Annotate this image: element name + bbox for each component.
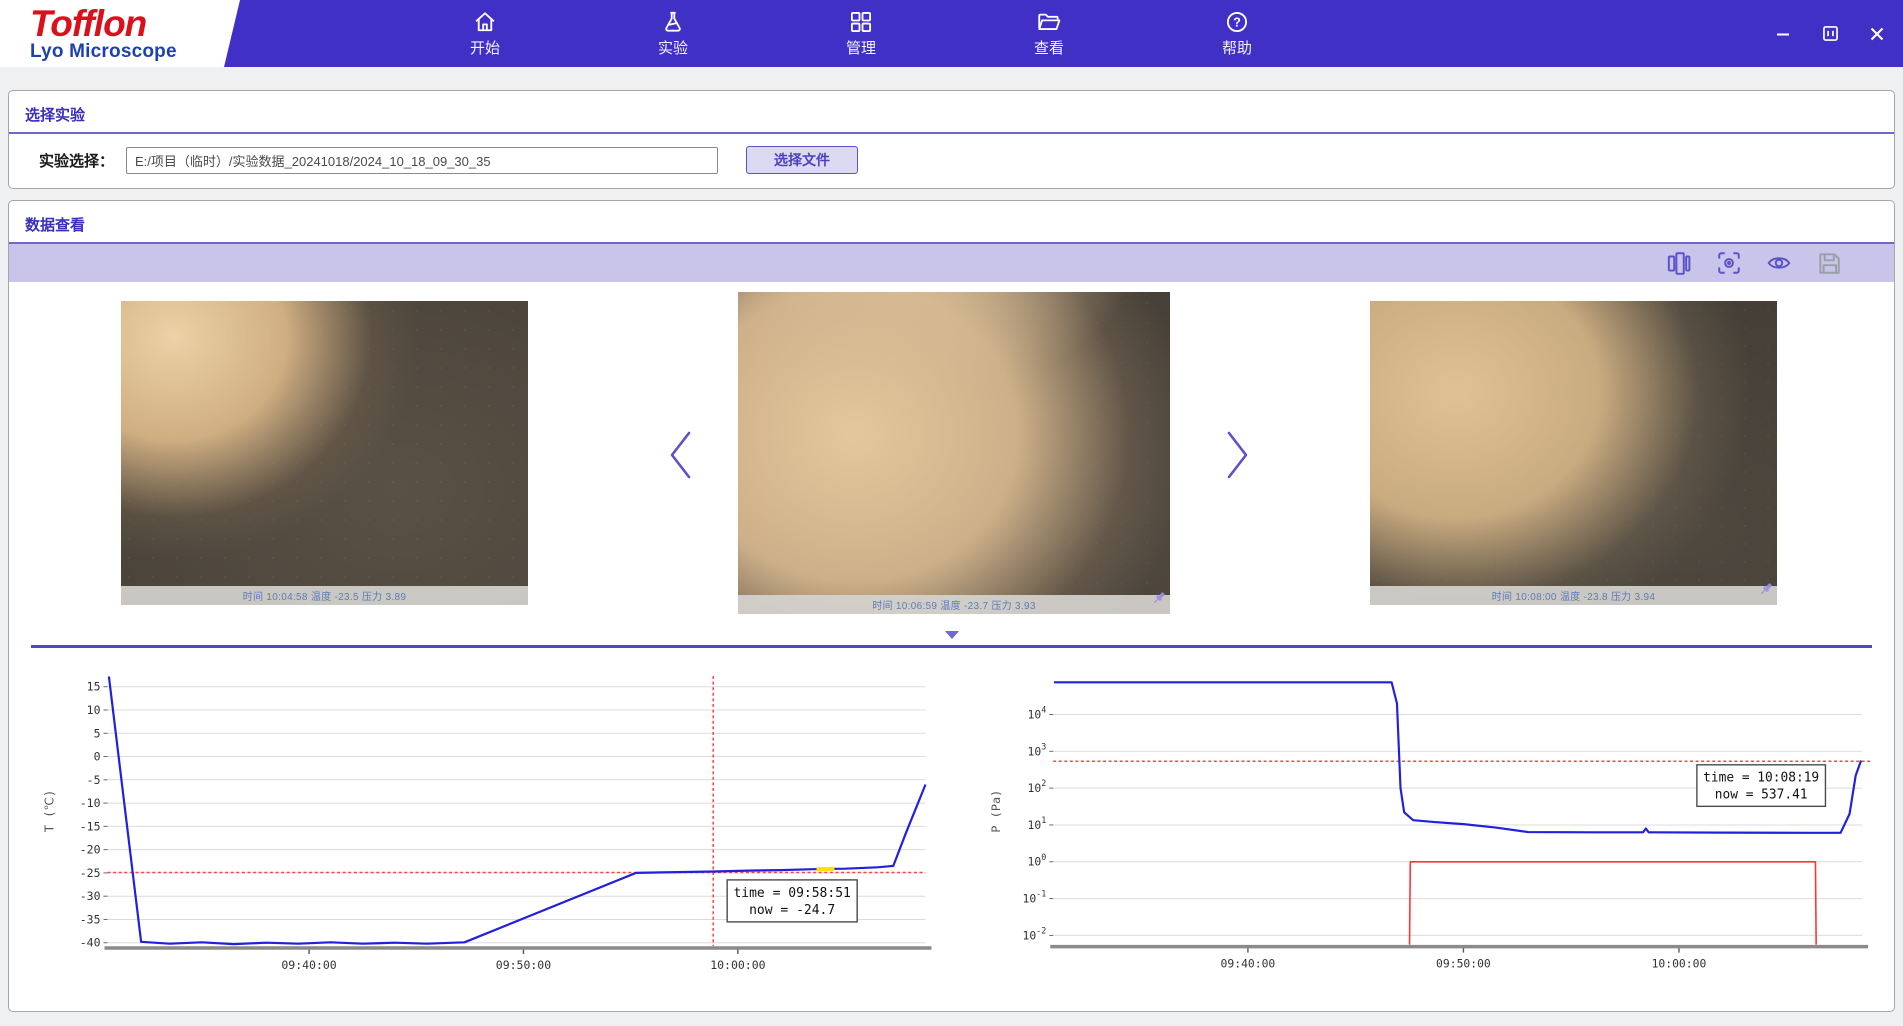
microscope-image-previous[interactable]: 时间 10:04:58 温度 -23.5 压力 3.89	[121, 301, 528, 605]
nav-item-experiment[interactable]: 实验	[638, 0, 708, 67]
svg-text:09:50:00: 09:50:00	[1436, 956, 1491, 970]
svg-text:5: 5	[94, 726, 101, 740]
svg-text:time = 10:08:19: time = 10:08:19	[1703, 771, 1819, 786]
temperature-chart[interactable]: 15 10 5 0 -5 -10 -15 -20 -25 -30 -35 -40 09:40:00 09:…	[35, 668, 940, 986]
svg-text:time = 09:58:51: time = 09:58:51	[733, 886, 850, 901]
main-nav: 开始 实验 管理 查看	[450, 0, 1272, 67]
svg-text:10-2: 10-2	[1023, 925, 1047, 942]
svg-text:104: 104	[1028, 705, 1047, 722]
svg-text:-35: -35	[80, 912, 101, 926]
pin-icon[interactable]	[1758, 581, 1775, 603]
nav-item-manage[interactable]: 管理	[826, 0, 896, 67]
pressure-chart[interactable]: 104 103 102 101 100 10-1 10-2 09:40:00 09:50:00 1…	[984, 668, 1874, 986]
nav-label: 管理	[846, 37, 876, 58]
svg-text:T (℃): T (℃)	[43, 790, 57, 832]
save-icon[interactable]	[1816, 250, 1842, 276]
pin-icon[interactable]	[1151, 590, 1168, 612]
minimize-button[interactable]	[1773, 24, 1793, 44]
experiment-path-label: 实验选择：	[39, 150, 114, 171]
choose-file-button[interactable]: 选择文件	[746, 146, 858, 174]
svg-text:-5: -5	[87, 773, 101, 787]
home-icon	[472, 9, 498, 35]
panel-title: 选择实验	[9, 91, 1894, 132]
image-caption: 时间 10:08:00 温度 -23.8 压力 3.94	[1492, 588, 1655, 603]
svg-text:?: ?	[1233, 16, 1241, 30]
svg-text:15: 15	[87, 680, 101, 694]
image-caption-bar: 时间 10:06:59 温度 -23.7 压力 3.93	[738, 595, 1170, 614]
nav-item-help[interactable]: ? 帮助	[1202, 0, 1272, 67]
top-nav-bar: Tofflon Lyo Microscope 开始 实验	[0, 0, 1903, 67]
help-icon: ?	[1224, 9, 1250, 35]
eye-icon[interactable]	[1766, 250, 1792, 276]
microscope-image-next[interactable]: 时间 10:08:00 温度 -23.8 压力 3.94	[1370, 301, 1777, 605]
image-caption: 时间 10:06:59 温度 -23.7 压力 3.93	[872, 597, 1035, 612]
svg-text:101: 101	[1028, 815, 1047, 832]
window-controls	[1773, 0, 1887, 67]
experiment-path-input[interactable]	[126, 147, 718, 174]
svg-text:102: 102	[1028, 778, 1047, 795]
carousel-previous-button[interactable]	[661, 426, 701, 484]
app-logo: Tofflon Lyo Microscope	[0, 0, 248, 67]
svg-text:now = 537.41: now = 537.41	[1715, 787, 1808, 802]
svg-text:09:40:00: 09:40:00	[281, 958, 336, 972]
columns-icon[interactable]	[1666, 250, 1692, 276]
svg-text:10:00:00: 10:00:00	[710, 958, 765, 972]
image-caption-bar: 时间 10:08:00 温度 -23.8 压力 3.94	[1370, 586, 1777, 605]
microscope-image-current[interactable]: 时间 10:06:59 温度 -23.7 压力 3.93	[738, 292, 1170, 614]
svg-text:10-1: 10-1	[1023, 889, 1047, 906]
charts-row: 15 10 5 0 -5 -10 -15 -20 -25 -30 -35 -40 09:40:00 09:…	[9, 648, 1894, 986]
select-experiment-panel: 选择实验 实验选择： 选择文件	[8, 90, 1895, 189]
svg-text:-25: -25	[80, 866, 101, 880]
svg-text:P (Pa): P (Pa)	[989, 790, 1003, 833]
nav-item-start[interactable]: 开始	[450, 0, 520, 67]
logo-subtitle: Lyo Microscope	[30, 42, 248, 62]
svg-text:-15: -15	[80, 819, 101, 833]
focus-icon[interactable]	[1716, 250, 1742, 276]
svg-text:103: 103	[1028, 741, 1047, 758]
folder-open-icon	[1036, 9, 1062, 35]
divider	[9, 132, 1894, 134]
data-view-toolbar	[9, 244, 1894, 282]
image-carousel: 时间 10:04:58 温度 -23.5 压力 3.89 时间 10:06:59…	[9, 282, 1894, 627]
nav-label: 实验	[658, 37, 688, 58]
svg-text:-20: -20	[80, 843, 101, 857]
data-view-panel: 数据查看 时间 10:04:58 温度 -23.5 压力 3.89	[8, 200, 1895, 1012]
svg-text:10: 10	[87, 703, 101, 717]
panel-title: 数据查看	[9, 201, 1894, 242]
image-caption-bar: 时间 10:04:58 温度 -23.5 压力 3.89	[121, 586, 528, 605]
carousel-next-button[interactable]	[1217, 426, 1257, 484]
close-button[interactable]	[1867, 24, 1887, 44]
svg-text:-10: -10	[80, 796, 101, 810]
flask-icon	[660, 9, 686, 35]
svg-text:10:00:00: 10:00:00	[1652, 956, 1707, 970]
svg-text:-40: -40	[80, 936, 101, 950]
grid-icon	[848, 9, 874, 35]
svg-text:-30: -30	[80, 889, 101, 903]
svg-text:100: 100	[1028, 852, 1047, 869]
nav-item-view[interactable]: 查看	[1014, 0, 1084, 67]
svg-text:0: 0	[94, 750, 101, 764]
logo-title: Tofflon	[30, 6, 248, 42]
svg-text:now = -24.7: now = -24.7	[749, 903, 835, 918]
image-caption: 时间 10:04:58 温度 -23.5 压力 3.89	[243, 588, 406, 603]
nav-label: 帮助	[1222, 37, 1252, 58]
restore-button[interactable]	[1820, 24, 1840, 44]
nav-label: 查看	[1034, 37, 1064, 58]
svg-text:09:40:00: 09:40:00	[1221, 956, 1276, 970]
collapse-triangle-icon[interactable]	[945, 631, 959, 639]
svg-text:09:50:00: 09:50:00	[496, 958, 551, 972]
nav-label: 开始	[470, 37, 500, 58]
